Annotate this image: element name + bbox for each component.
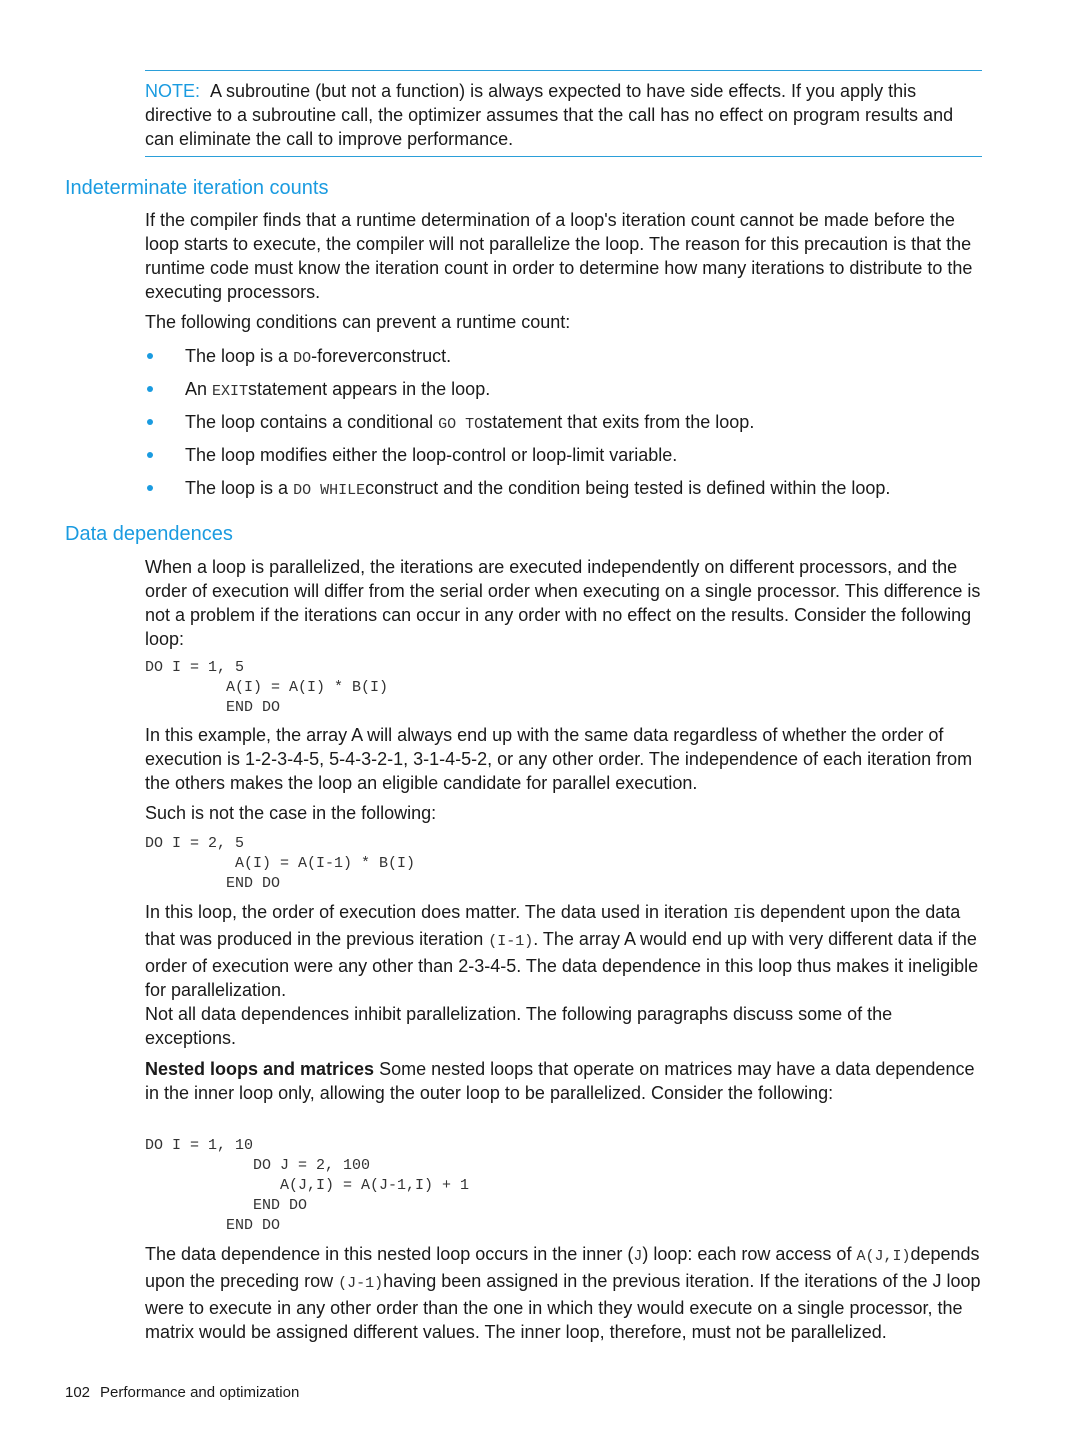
chapter-title: Performance and optimization xyxy=(100,1384,300,1401)
note-label: NOTE: xyxy=(145,81,201,101)
bullet-icon xyxy=(147,386,153,392)
section-heading-data-dependences: Data dependences xyxy=(65,523,233,545)
paragraph: If the compiler finds that a runtime det… xyxy=(145,210,973,302)
list-item: The loop contains a conditional GO TOsta… xyxy=(145,410,987,443)
bullet-icon xyxy=(147,353,153,359)
bullet-icon xyxy=(147,485,153,491)
bullet-icon xyxy=(147,419,153,425)
code-block: DO I = 1, 10 DO J = 2, 100 A(J,I) = A(J-… xyxy=(145,1137,470,1234)
page-footer: 102 Performance and optimization xyxy=(65,1384,309,1401)
list-item: An EXITstatement appears in the loop. xyxy=(145,377,987,410)
note-box: NOTE: A subroutine (but not a function) i… xyxy=(145,70,982,157)
list-item: The loop modifies either the loop-contro… xyxy=(145,443,987,476)
paragraph: The following conditions can prevent a r… xyxy=(145,312,571,332)
paragraph: The data dependence in this nested loop … xyxy=(145,1244,981,1342)
conditions-list: The loop is a DO-foreverconstruct. An EX… xyxy=(145,344,987,509)
bullet-icon xyxy=(147,452,153,458)
page-number: 102 xyxy=(65,1384,91,1401)
code-block: DO I = 2, 5 A(I) = A(I-1) * B(I) END DO xyxy=(145,835,416,892)
paragraph: In this loop, the order of execution doe… xyxy=(145,902,979,1000)
paragraph: Nested loops and matrices Some nested lo… xyxy=(145,1059,975,1103)
code-block: DO I = 1, 5 A(I) = A(I) * B(I) END DO xyxy=(145,659,389,716)
list-item: The loop is a DO-foreverconstruct. xyxy=(145,344,987,377)
run-in-heading: Nested loops and matrices xyxy=(145,1059,375,1079)
paragraph: Not all data dependences inhibit paralle… xyxy=(145,1004,893,1048)
paragraph: In this example, the array A will always… xyxy=(145,725,973,793)
paragraph: Such is not the case in the following: xyxy=(145,803,437,823)
list-item: The loop is a DO WHILEconstruct and the … xyxy=(145,476,987,509)
section-heading-indeterminate: Indeterminate iteration counts xyxy=(65,177,329,199)
paragraph: When a loop is parallelized, the iterati… xyxy=(145,557,981,649)
note-text: A subroutine (but not a function) is alw… xyxy=(145,81,954,149)
